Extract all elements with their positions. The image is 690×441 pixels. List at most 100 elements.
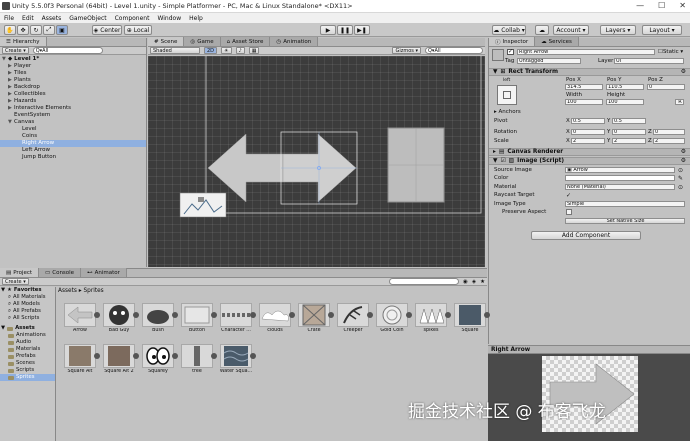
scene-root-item[interactable]: ▼ ◆ Level 1* <box>0 56 146 63</box>
preserve-aspect-checkbox[interactable] <box>566 209 572 215</box>
hierarchy-item[interactable]: ▶ Backdrop <box>0 84 146 91</box>
asset-item[interactable]: Square Alt <box>63 344 100 374</box>
hierarchy-item[interactable]: ▶ Player <box>0 63 146 70</box>
2d-mode-toggle[interactable]: 2D <box>204 47 218 54</box>
scene-viewport[interactable] <box>148 56 485 267</box>
hand-tool-button[interactable]: ✋ <box>4 25 16 35</box>
expand-subassets-icon[interactable] <box>484 312 490 318</box>
active-checkbox[interactable]: ✓ <box>507 48 514 55</box>
collab-dropdown[interactable]: ☁ Collab ▾ <box>492 25 526 35</box>
scale-z-field[interactable]: 2 <box>653 138 685 144</box>
raw-edit-button[interactable]: R <box>675 99 684 105</box>
menu-help[interactable]: Help <box>189 15 203 22</box>
asset-item[interactable]: clouds <box>258 303 295 333</box>
expand-subassets-icon[interactable] <box>172 353 178 359</box>
asset-item[interactable]: Water Squa... <box>219 344 256 374</box>
folder-item[interactable]: Sprites <box>0 374 55 381</box>
scene-search-input[interactable]: Q▾All <box>425 47 483 54</box>
expand-subassets-icon[interactable] <box>94 312 100 318</box>
static-toggle[interactable]: ☐Static ▾ <box>658 49 683 55</box>
rotation-z-field[interactable]: 0 <box>653 129 685 135</box>
hierarchy-create-button[interactable]: Create ▾ <box>2 47 29 54</box>
left-arrow-sprite[interactable] <box>207 133 284 203</box>
layer-dropdown[interactable]: UI <box>614 58 684 64</box>
hierarchy-item[interactable]: EventSystem <box>0 112 146 119</box>
tab-hierarchy[interactable]: ☰ Hierarchy <box>0 37 47 46</box>
folder-item[interactable]: Scripts <box>0 367 55 374</box>
play-button[interactable]: ▶ <box>320 25 336 35</box>
component-settings-icon[interactable]: ⚙ <box>681 149 690 155</box>
assets-header[interactable]: ▼ Assets <box>0 325 55 332</box>
add-component-button[interactable]: Add Component <box>531 231 641 240</box>
rotate-tool-button[interactable]: ↻ <box>30 25 42 35</box>
maximize-button[interactable]: ☐ <box>658 1 665 10</box>
audio-toggle[interactable]: ♪ <box>235 47 245 54</box>
folder-item[interactable]: Scenes <box>0 360 55 367</box>
component-settings-icon[interactable]: ⚙ <box>681 158 690 164</box>
eyedropper-icon[interactable]: ✎ <box>678 175 683 182</box>
canvas-renderer-header[interactable]: ▸ ▤ Canvas Renderer ⚙ <box>489 148 690 156</box>
height-field[interactable]: 100 <box>606 99 644 105</box>
menu-component[interactable]: Component <box>115 15 150 22</box>
asset-item[interactable]: Character ... <box>219 303 256 333</box>
step-button[interactable]: ▶❚ <box>354 25 370 35</box>
space-local-toggle[interactable]: ⊕ Local <box>124 25 152 35</box>
expand-subassets-icon[interactable] <box>289 312 295 318</box>
asset-item[interactable]: Arrow <box>63 303 100 333</box>
asset-item[interactable]: Bush <box>141 303 178 333</box>
project-create-button[interactable]: Create ▾ <box>2 278 29 285</box>
close-button[interactable]: ✕ <box>679 1 686 10</box>
asset-item[interactable]: Square Alt 2 <box>102 344 139 374</box>
hierarchy-item[interactable]: Jump Button <box>0 154 146 161</box>
component-settings-icon[interactable]: ⚙ <box>681 69 690 75</box>
hierarchy-item[interactable]: ▶ Hazards <box>0 98 146 105</box>
asset-item[interactable]: Gold Coin <box>375 303 412 333</box>
asset-item[interactable]: spikes <box>414 303 451 333</box>
tab-asset-store[interactable]: ⌂ Asset Store <box>220 37 271 46</box>
layout-dropdown[interactable]: Layout ▾ <box>642 25 682 35</box>
expand-subassets-icon[interactable] <box>406 312 412 318</box>
pivot-x-field[interactable]: 0.5 <box>571 118 605 124</box>
favorite-star-icon[interactable]: ★ <box>480 279 485 285</box>
asset-item[interactable]: tree <box>180 344 217 374</box>
pos-y-field[interactable]: 110.5 <box>606 84 644 90</box>
pos-z-field[interactable]: 0 <box>647 84 685 90</box>
anchors-foldout[interactable]: ▸ Anchors <box>494 109 521 115</box>
expand-subassets-icon[interactable] <box>94 353 100 359</box>
color-field[interactable] <box>565 175 675 181</box>
favorite-item[interactable]: ⌕ All Models <box>0 301 55 308</box>
rect-transform-header[interactable]: ▼ ⊞ Rect Transform ⚙ <box>489 68 690 76</box>
enabled-checkbox-icon[interactable]: ☑ <box>500 158 505 164</box>
minimize-button[interactable]: — <box>636 1 644 10</box>
tab-services[interactable]: ☁ Services <box>535 37 579 46</box>
scale-y-field[interactable]: 2 <box>612 138 646 144</box>
tab-game[interactable]: ◎ Game <box>184 37 221 46</box>
object-picker-icon[interactable]: ⊙ <box>678 184 683 191</box>
expand-subassets-icon[interactable] <box>211 312 217 318</box>
expand-subassets-icon[interactable] <box>133 312 139 318</box>
hierarchy-item[interactable]: Coins <box>0 133 146 140</box>
menu-gameobject[interactable]: GameObject <box>69 15 106 22</box>
expand-subassets-icon[interactable] <box>172 312 178 318</box>
asset-item[interactable]: Crate <box>297 303 334 333</box>
hierarchy-item[interactable]: Right Arrow <box>0 140 146 147</box>
rotation-y-field[interactable]: 0 <box>612 129 646 135</box>
material-field[interactable]: None (Material) <box>565 184 675 190</box>
asset-item[interactable]: Button <box>180 303 217 333</box>
expand-subassets-icon[interactable] <box>133 353 139 359</box>
folder-item[interactable]: Animations <box>0 332 55 339</box>
hierarchy-item[interactable]: ▶ Tiles <box>0 70 146 77</box>
expand-subassets-icon[interactable] <box>445 312 451 318</box>
expand-subassets-icon[interactable] <box>211 353 217 359</box>
favorite-item[interactable]: ⌕ All Scripts <box>0 315 55 322</box>
width-field[interactable]: 100 <box>565 99 603 105</box>
pause-button[interactable]: ❚❚ <box>337 25 353 35</box>
level-sprite[interactable] <box>179 192 227 218</box>
expand-subassets-icon[interactable] <box>367 312 373 318</box>
favorite-item[interactable]: ⌕ All Prefabs <box>0 308 55 315</box>
menu-edit[interactable]: Edit <box>22 15 34 22</box>
hierarchy-item[interactable]: ▶ Interactive Elements <box>0 105 146 112</box>
right-arrow-sprite[interactable] <box>280 131 358 205</box>
object-picker-icon[interactable]: ⊙ <box>678 167 683 174</box>
set-native-size-button[interactable]: Set Native Size <box>565 218 685 224</box>
